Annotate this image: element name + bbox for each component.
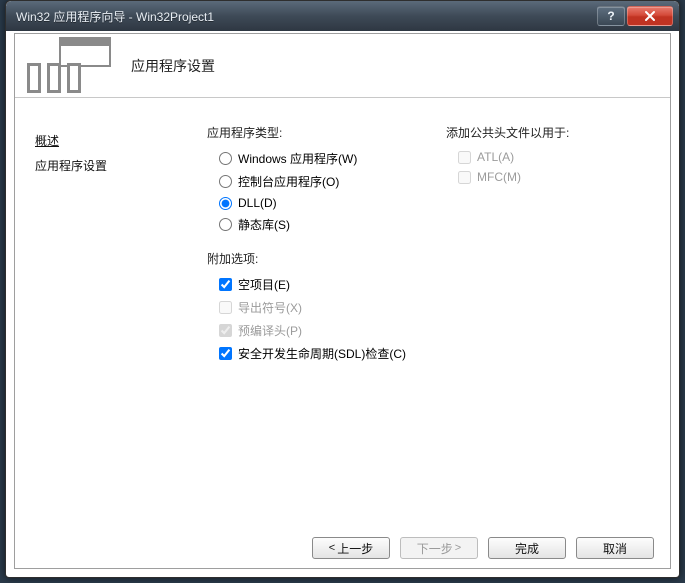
option-label: ATL(A)	[477, 150, 514, 164]
additional-option-export: 导出符号(X)	[207, 296, 406, 319]
titlebar-buttons: ?	[597, 6, 673, 26]
right-column: 添加公共头文件以用于: ATL(A) MFC(M)	[446, 124, 569, 528]
cancel-button[interactable]: 取消	[576, 537, 654, 559]
apptype-option-dll[interactable]: DLL(D)	[207, 193, 406, 213]
checkbox-input[interactable]	[219, 347, 232, 360]
checkbox-input	[458, 151, 471, 164]
button-label: 完成	[515, 540, 539, 557]
headers-option-mfc: MFC(M)	[446, 167, 569, 187]
close-icon	[644, 10, 656, 22]
button-label: 上一步	[337, 540, 373, 557]
client-area: 应用程序设置 概述 应用程序设置 应用程序类型: Windows 应用程	[14, 33, 671, 569]
apptype-option-static[interactable]: 静态库(S)	[207, 213, 406, 236]
nav-item-label: 应用程序设置	[35, 159, 107, 173]
page-title: 应用程序设置	[131, 56, 215, 76]
prev-button[interactable]: < 上一步	[312, 537, 390, 559]
option-label: 预编译头(P)	[238, 322, 302, 339]
nav-panel: 概述 应用程序设置	[15, 98, 175, 528]
additional-option-pch: 预编译头(P)	[207, 319, 406, 342]
checkbox-input	[219, 324, 232, 337]
radio-input[interactable]	[219, 218, 232, 231]
body: 概述 应用程序设置 应用程序类型: Windows 应用程序(W)	[15, 98, 670, 528]
close-button[interactable]	[627, 6, 673, 26]
checkbox-input	[458, 171, 471, 184]
radio-input[interactable]	[219, 197, 232, 210]
radio-input[interactable]	[219, 152, 232, 165]
chevron-right-icon: >	[455, 543, 461, 554]
left-column: 应用程序类型: Windows 应用程序(W) 控制台应用程序(O) DL	[207, 124, 406, 528]
help-icon: ?	[607, 9, 614, 23]
nav-item-label: 概述	[35, 134, 59, 148]
wizard-icon	[25, 37, 113, 95]
additional-option-sdl[interactable]: 安全开发生命周期(SDL)检查(C)	[207, 342, 406, 365]
headers-label: 添加公共头文件以用于:	[446, 124, 569, 141]
finish-button[interactable]: 完成	[488, 537, 566, 559]
content: 应用程序类型: Windows 应用程序(W) 控制台应用程序(O) DL	[175, 98, 670, 528]
headers-options: ATL(A) MFC(M)	[446, 147, 569, 187]
footer: < 上一步 下一步 > 完成 取消	[15, 528, 670, 568]
window-title: Win32 应用程序向导 - Win32Project1	[16, 8, 597, 25]
apptype-option-console[interactable]: 控制台应用程序(O)	[207, 170, 406, 193]
apptype-option-windows[interactable]: Windows 应用程序(W)	[207, 147, 406, 170]
option-label: Windows 应用程序(W)	[238, 150, 357, 167]
next-button: 下一步 >	[400, 537, 478, 559]
apptype-options: Windows 应用程序(W) 控制台应用程序(O) DLL(D) 静	[207, 147, 406, 236]
option-label: 空项目(E)	[238, 276, 290, 293]
option-label: 安全开发生命周期(SDL)检查(C)	[238, 345, 406, 362]
banner: 应用程序设置	[15, 34, 670, 98]
help-button[interactable]: ?	[597, 6, 625, 26]
chevron-left-icon: <	[329, 543, 335, 554]
option-label: 导出符号(X)	[238, 299, 302, 316]
apptype-label: 应用程序类型:	[207, 124, 406, 141]
headers-option-atl: ATL(A)	[446, 147, 569, 167]
option-label: 控制台应用程序(O)	[238, 173, 339, 190]
checkbox-input[interactable]	[219, 278, 232, 291]
checkbox-input	[219, 301, 232, 314]
titlebar: Win32 应用程序向导 - Win32Project1 ?	[6, 1, 679, 31]
radio-input[interactable]	[219, 175, 232, 188]
nav-item-app-settings[interactable]: 应用程序设置	[35, 153, 175, 178]
additional-option-empty[interactable]: 空项目(E)	[207, 273, 406, 296]
additional-options: 空项目(E) 导出符号(X) 预编译头(P) 安全开发生命周期(SDL	[207, 273, 406, 365]
option-label: 静态库(S)	[238, 216, 290, 233]
button-label: 下一步	[417, 540, 453, 557]
additional-label: 附加选项:	[207, 250, 406, 267]
dialog-window: Win32 应用程序向导 - Win32Project1 ? 应用程序设置	[5, 0, 680, 578]
option-label: DLL(D)	[238, 196, 277, 210]
button-label: 取消	[603, 540, 627, 557]
nav-item-overview[interactable]: 概述	[35, 128, 175, 153]
option-label: MFC(M)	[477, 170, 521, 184]
